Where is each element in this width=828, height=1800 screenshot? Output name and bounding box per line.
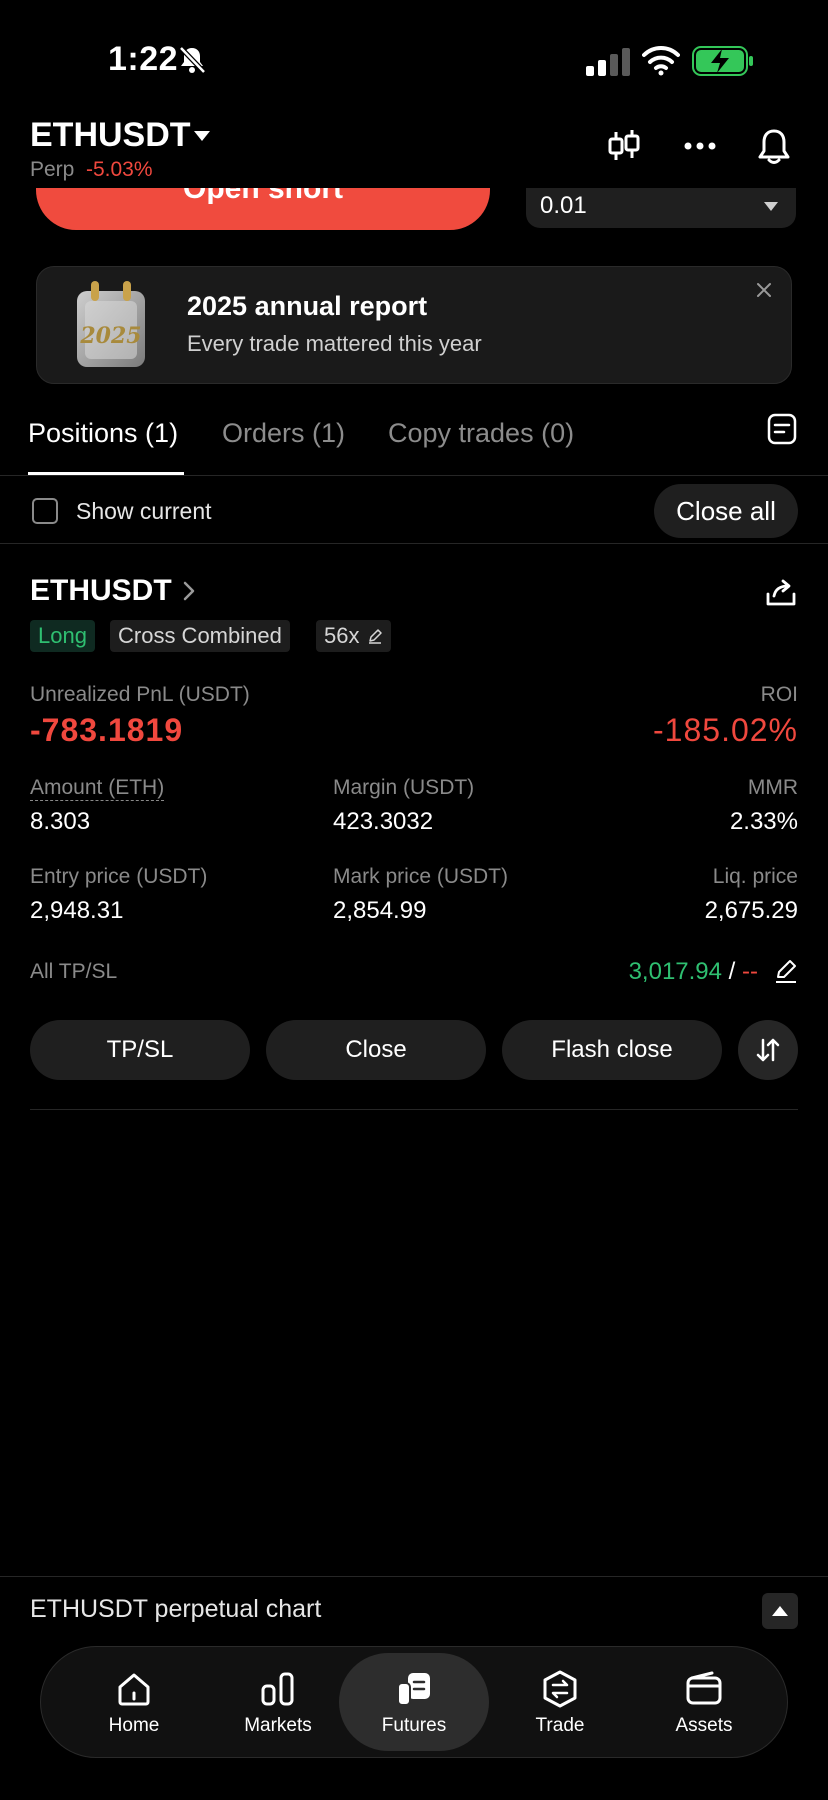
bottom-nav: Home Markets Futures Trade Assets bbox=[40, 1646, 788, 1758]
nav-trade-label: Trade bbox=[535, 1715, 585, 1736]
markets-icon bbox=[261, 1672, 294, 1706]
tab-orders[interactable]: Orders (1) bbox=[222, 418, 345, 449]
nav-assets-label: Assets bbox=[675, 1715, 733, 1736]
mark-price-value: 2,854.99 bbox=[333, 897, 427, 924]
expand-chart-button[interactable] bbox=[762, 1593, 798, 1629]
tpsl-button[interactable]: TP/SL bbox=[30, 1020, 250, 1080]
trade-icon bbox=[543, 1670, 577, 1708]
tpsl-values: 3,017.94 / -- bbox=[629, 958, 758, 986]
leverage-value: 56x bbox=[324, 623, 360, 648]
liq-price-value: 2,675.29 bbox=[704, 897, 798, 924]
close-position-button[interactable]: Close bbox=[266, 1020, 486, 1080]
flash-close-button[interactable]: Flash close bbox=[502, 1020, 722, 1080]
caret-down-icon bbox=[764, 202, 778, 211]
margin-mode-tag: Cross Combined bbox=[110, 620, 290, 652]
filter-row: Show current Close all bbox=[0, 478, 828, 544]
nav-home[interactable]: Home bbox=[59, 1647, 209, 1757]
edit-tpsl-icon[interactable] bbox=[774, 958, 798, 984]
mmr-label: MMR bbox=[747, 776, 798, 799]
banner-title: 2025 annual report bbox=[187, 291, 428, 321]
position-tabs: Positions (1) Orders (1) Copy trades (0) bbox=[0, 400, 828, 476]
unrealized-pnl-value: -783.1819 bbox=[30, 712, 184, 748]
unrealized-pnl-label: Unrealized PnL (USDT) bbox=[30, 683, 250, 706]
entry-price-value: 2,948.31 bbox=[30, 897, 124, 924]
notification-bell-icon[interactable] bbox=[754, 126, 794, 166]
margin-label: Margin (USDT) bbox=[333, 776, 475, 799]
quantity-select[interactable]: 0.01 bbox=[526, 184, 796, 228]
roi-label: ROI bbox=[760, 683, 798, 706]
nav-futures-label: Futures bbox=[381, 1715, 447, 1736]
tab-positions[interactable]: Positions (1) bbox=[28, 418, 178, 449]
caret-down-icon[interactable] bbox=[194, 130, 210, 142]
signal-icon bbox=[586, 48, 630, 76]
reverse-position-button[interactable] bbox=[738, 1020, 798, 1080]
nav-assets[interactable]: Assets bbox=[629, 1647, 779, 1757]
entry-price-label: Entry price (USDT) bbox=[30, 865, 208, 888]
history-document-icon[interactable] bbox=[766, 412, 798, 446]
show-current-label: Show current bbox=[76, 498, 212, 524]
amount-value: 8.303 bbox=[30, 808, 91, 835]
svg-text:2025: 2025 bbox=[79, 323, 141, 349]
caret-up-icon bbox=[772, 1606, 788, 1616]
sl-value: -- bbox=[742, 958, 758, 985]
perp-label: Perp bbox=[30, 158, 75, 181]
candlestick-chart-icon[interactable] bbox=[604, 126, 644, 166]
liq-price-label: Liq. price bbox=[712, 865, 798, 888]
more-icon[interactable] bbox=[680, 126, 720, 166]
tpsl-separator: / bbox=[728, 958, 736, 985]
side-tag: Long bbox=[30, 620, 95, 652]
battery-charging-icon bbox=[692, 46, 753, 76]
card-divider bbox=[30, 1109, 798, 1110]
status-time: 1:22 bbox=[108, 40, 179, 78]
edit-icon bbox=[369, 629, 383, 644]
chevron-right-icon[interactable] bbox=[182, 580, 196, 602]
annual-report-banner[interactable]: 2025 2025 annual report Every trade matt… bbox=[36, 266, 792, 384]
nav-trade[interactable]: Trade bbox=[485, 1647, 635, 1757]
chart-bar-title: ETHUSDT perpetual chart bbox=[30, 1595, 322, 1623]
futures-icon bbox=[397, 1673, 430, 1706]
quantity-value: 0.01 bbox=[540, 192, 587, 219]
margin-value: 423.3032 bbox=[333, 808, 434, 835]
position-symbol[interactable]: ETHUSDT bbox=[30, 574, 172, 608]
show-current-checkbox[interactable] bbox=[32, 498, 58, 524]
wallet-icon bbox=[686, 1671, 722, 1705]
tp-value: 3,017.94 bbox=[628, 958, 722, 985]
bell-muted-icon bbox=[179, 46, 206, 74]
amount-label[interactable]: Amount (ETH) bbox=[30, 776, 165, 801]
nav-markets-label: Markets bbox=[244, 1715, 312, 1736]
leverage-tag[interactable]: 56x bbox=[316, 620, 392, 652]
mmr-value: 2.33% bbox=[729, 808, 798, 835]
all-tpsl-label: All TP/SL bbox=[30, 960, 118, 983]
close-all-button[interactable]: Close all bbox=[654, 484, 798, 538]
home-icon bbox=[118, 1673, 150, 1706]
active-tab-indicator bbox=[28, 472, 184, 475]
roi-value: -185.02% bbox=[653, 712, 798, 748]
status-bar: 1:22 bbox=[0, 0, 828, 120]
calendar-2025-image: 2025 bbox=[77, 281, 145, 367]
swap-arrows-icon bbox=[756, 1038, 780, 1062]
nav-home-label: Home bbox=[108, 1715, 160, 1736]
header: ETHUSDT Perp -5.03% bbox=[0, 112, 828, 188]
nav-futures[interactable]: Futures bbox=[339, 1653, 489, 1751]
price-change: -5.03% bbox=[86, 158, 153, 181]
tab-copy-trades[interactable]: Copy trades (0) bbox=[388, 418, 574, 449]
wifi-icon bbox=[642, 45, 680, 76]
symbol-selector[interactable]: ETHUSDT bbox=[30, 116, 191, 155]
close-icon[interactable] bbox=[755, 281, 773, 299]
banner-subtitle: Every trade mattered this year bbox=[187, 331, 482, 356]
mark-price-label: Mark price (USDT) bbox=[333, 865, 509, 888]
share-icon[interactable] bbox=[764, 576, 798, 610]
chart-bar[interactable]: ETHUSDT perpetual chart bbox=[0, 1576, 828, 1646]
nav-markets[interactable]: Markets bbox=[203, 1647, 353, 1757]
